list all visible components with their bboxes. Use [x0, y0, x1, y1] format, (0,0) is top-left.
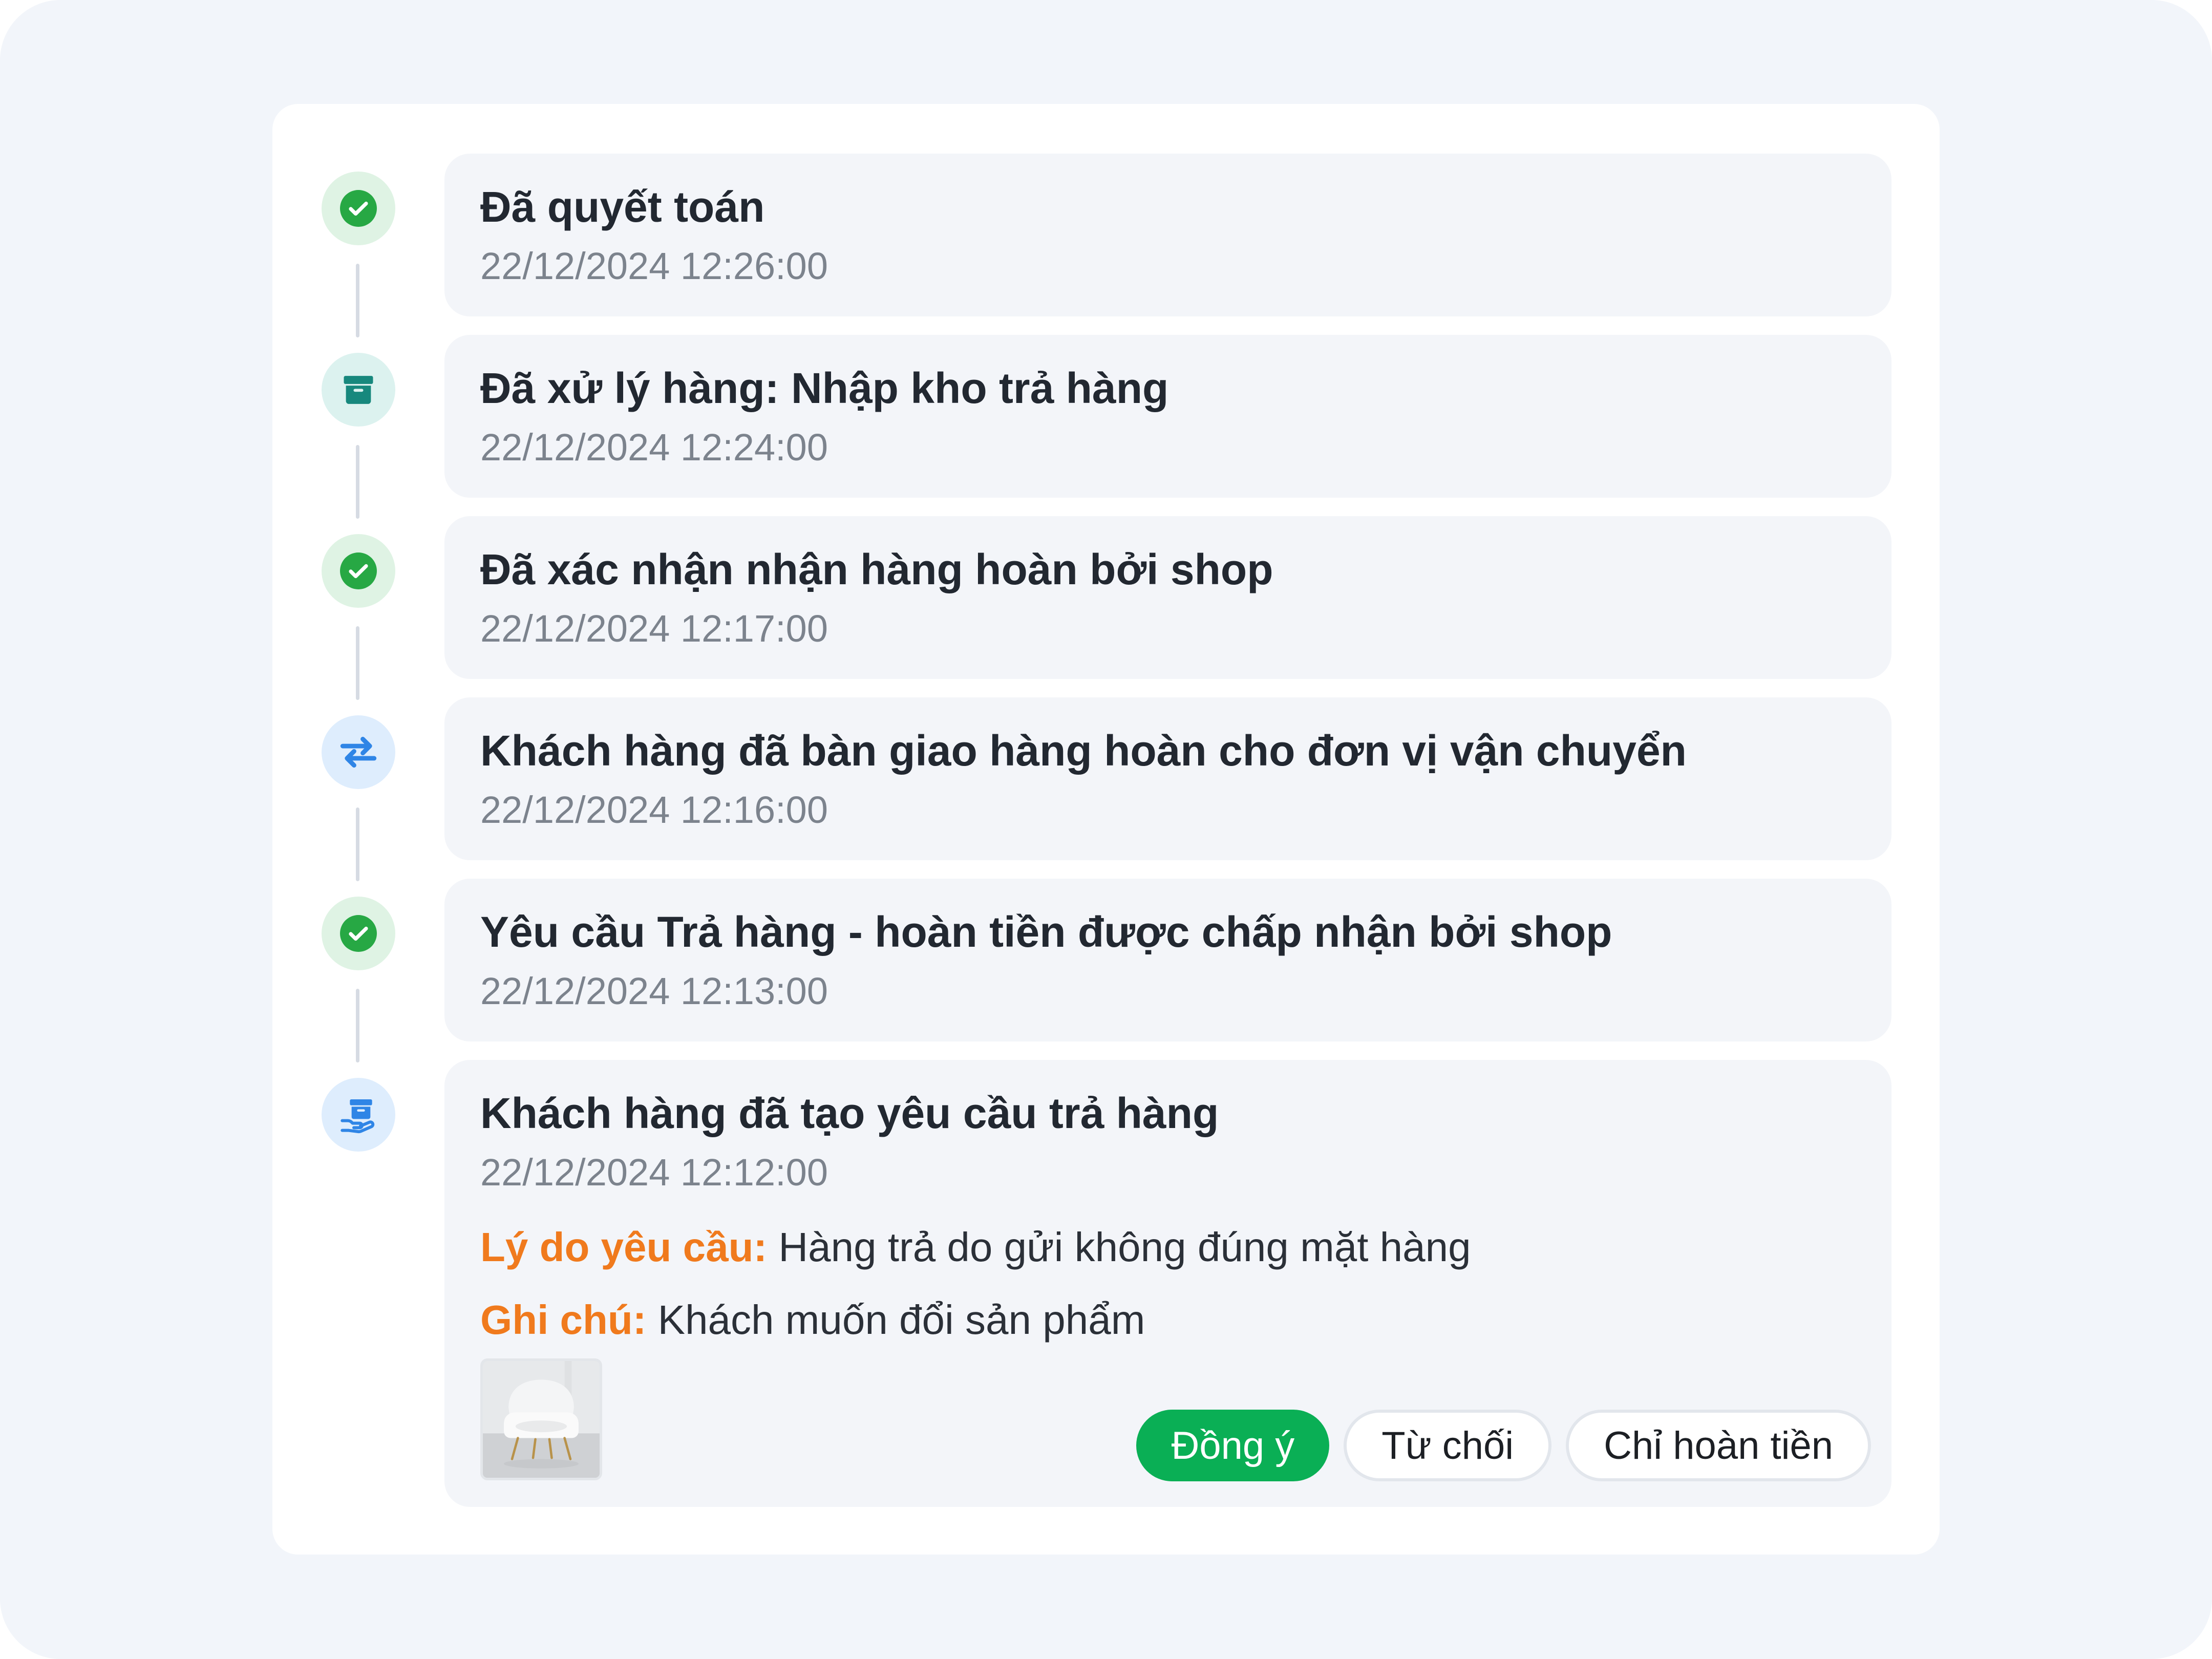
timeline-connector	[356, 626, 359, 700]
timeline-connector	[356, 264, 359, 337]
timeline-node	[322, 1078, 395, 1152]
page-background: Đã quyết toán 22/12/2024 12:26:00 Đã xử …	[0, 0, 2212, 1659]
timeline-connector	[356, 989, 359, 1062]
reason-value: Hàng trả do gửi không đúng mặt hàng	[767, 1224, 1471, 1270]
archive-box-icon	[344, 376, 373, 404]
note-label: Ghi chú:	[480, 1297, 647, 1343]
entry-title: Đã quyết toán	[480, 183, 765, 231]
timeline-node	[322, 172, 395, 245]
timeline-entry: Đã xử lý hàng: Nhập kho trả hàng 22/12/2…	[444, 335, 1891, 498]
timeline-card: Đã quyết toán 22/12/2024 12:26:00 Đã xử …	[272, 104, 1940, 1555]
return-timeline: Đã quyết toán 22/12/2024 12:26:00 Đã xử …	[272, 104, 1940, 1555]
entry-title: Khách hàng đã bàn giao hàng hoàn cho đơn…	[480, 727, 1687, 775]
swap-arrows-icon	[340, 736, 377, 768]
entry-title: Đã xác nhận nhận hàng hoàn bởi shop	[480, 545, 1273, 593]
check-circle-icon	[340, 915, 377, 952]
timeline-connector	[356, 445, 359, 519]
entry-timestamp: 22/12/2024 12:24:00	[480, 426, 828, 469]
timeline-entry: Khách hàng đã tạo yêu cầu trả hàng 22/12…	[444, 1060, 1891, 1507]
timeline-entry: Đã xác nhận nhận hàng hoàn bởi shop 22/1…	[444, 516, 1891, 679]
entry-timestamp: 22/12/2024 12:16:00	[480, 789, 828, 831]
request-actions: Đồng ý Từ chối Chỉ hoàn tiền	[1136, 1410, 1871, 1481]
timeline-node	[322, 897, 395, 970]
timeline-entry: Đã quyết toán 22/12/2024 12:26:00	[444, 154, 1891, 316]
request-reason: Lý do yêu cầu: Hàng trả do gửi không đún…	[480, 1224, 1471, 1271]
timeline-node	[322, 353, 395, 427]
entry-timestamp: 22/12/2024 12:13:00	[480, 970, 828, 1012]
entry-title: Yêu cầu Trả hàng - hoàn tiền được chấp n…	[480, 908, 1612, 956]
entry-timestamp: 22/12/2024 12:17:00	[480, 607, 828, 650]
reason-label: Lý do yêu cầu:	[480, 1224, 768, 1270]
refund-only-button[interactable]: Chỉ hoàn tiền	[1566, 1410, 1871, 1481]
accept-button[interactable]: Đồng ý	[1136, 1410, 1330, 1481]
entry-title: Khách hàng đã tạo yêu cầu trả hàng	[480, 1089, 1219, 1137]
entry-timestamp: 22/12/2024 12:12:00	[480, 1151, 828, 1194]
check-circle-icon	[340, 552, 377, 589]
timeline-entry: Khách hàng đã bàn giao hàng hoàn cho đơn…	[444, 697, 1891, 860]
reject-button[interactable]: Từ chối	[1344, 1410, 1552, 1481]
return-package-icon	[341, 1099, 375, 1134]
timeline-node	[322, 715, 395, 789]
timeline-node	[322, 534, 395, 608]
note-value: Khách muốn đổi sản phẩm	[646, 1297, 1145, 1343]
entry-timestamp: 22/12/2024 12:26:00	[480, 245, 828, 287]
check-circle-icon	[340, 190, 377, 227]
timeline-connector	[356, 807, 359, 881]
request-note: Ghi chú: Khách muốn đổi sản phẩm	[480, 1296, 1145, 1344]
product-image-thumbnail[interactable]	[480, 1358, 602, 1480]
armchair-photo	[483, 1361, 600, 1478]
timeline-entry: Yêu cầu Trả hàng - hoàn tiền được chấp n…	[444, 879, 1891, 1041]
entry-title: Đã xử lý hàng: Nhập kho trả hàng	[480, 364, 1169, 412]
